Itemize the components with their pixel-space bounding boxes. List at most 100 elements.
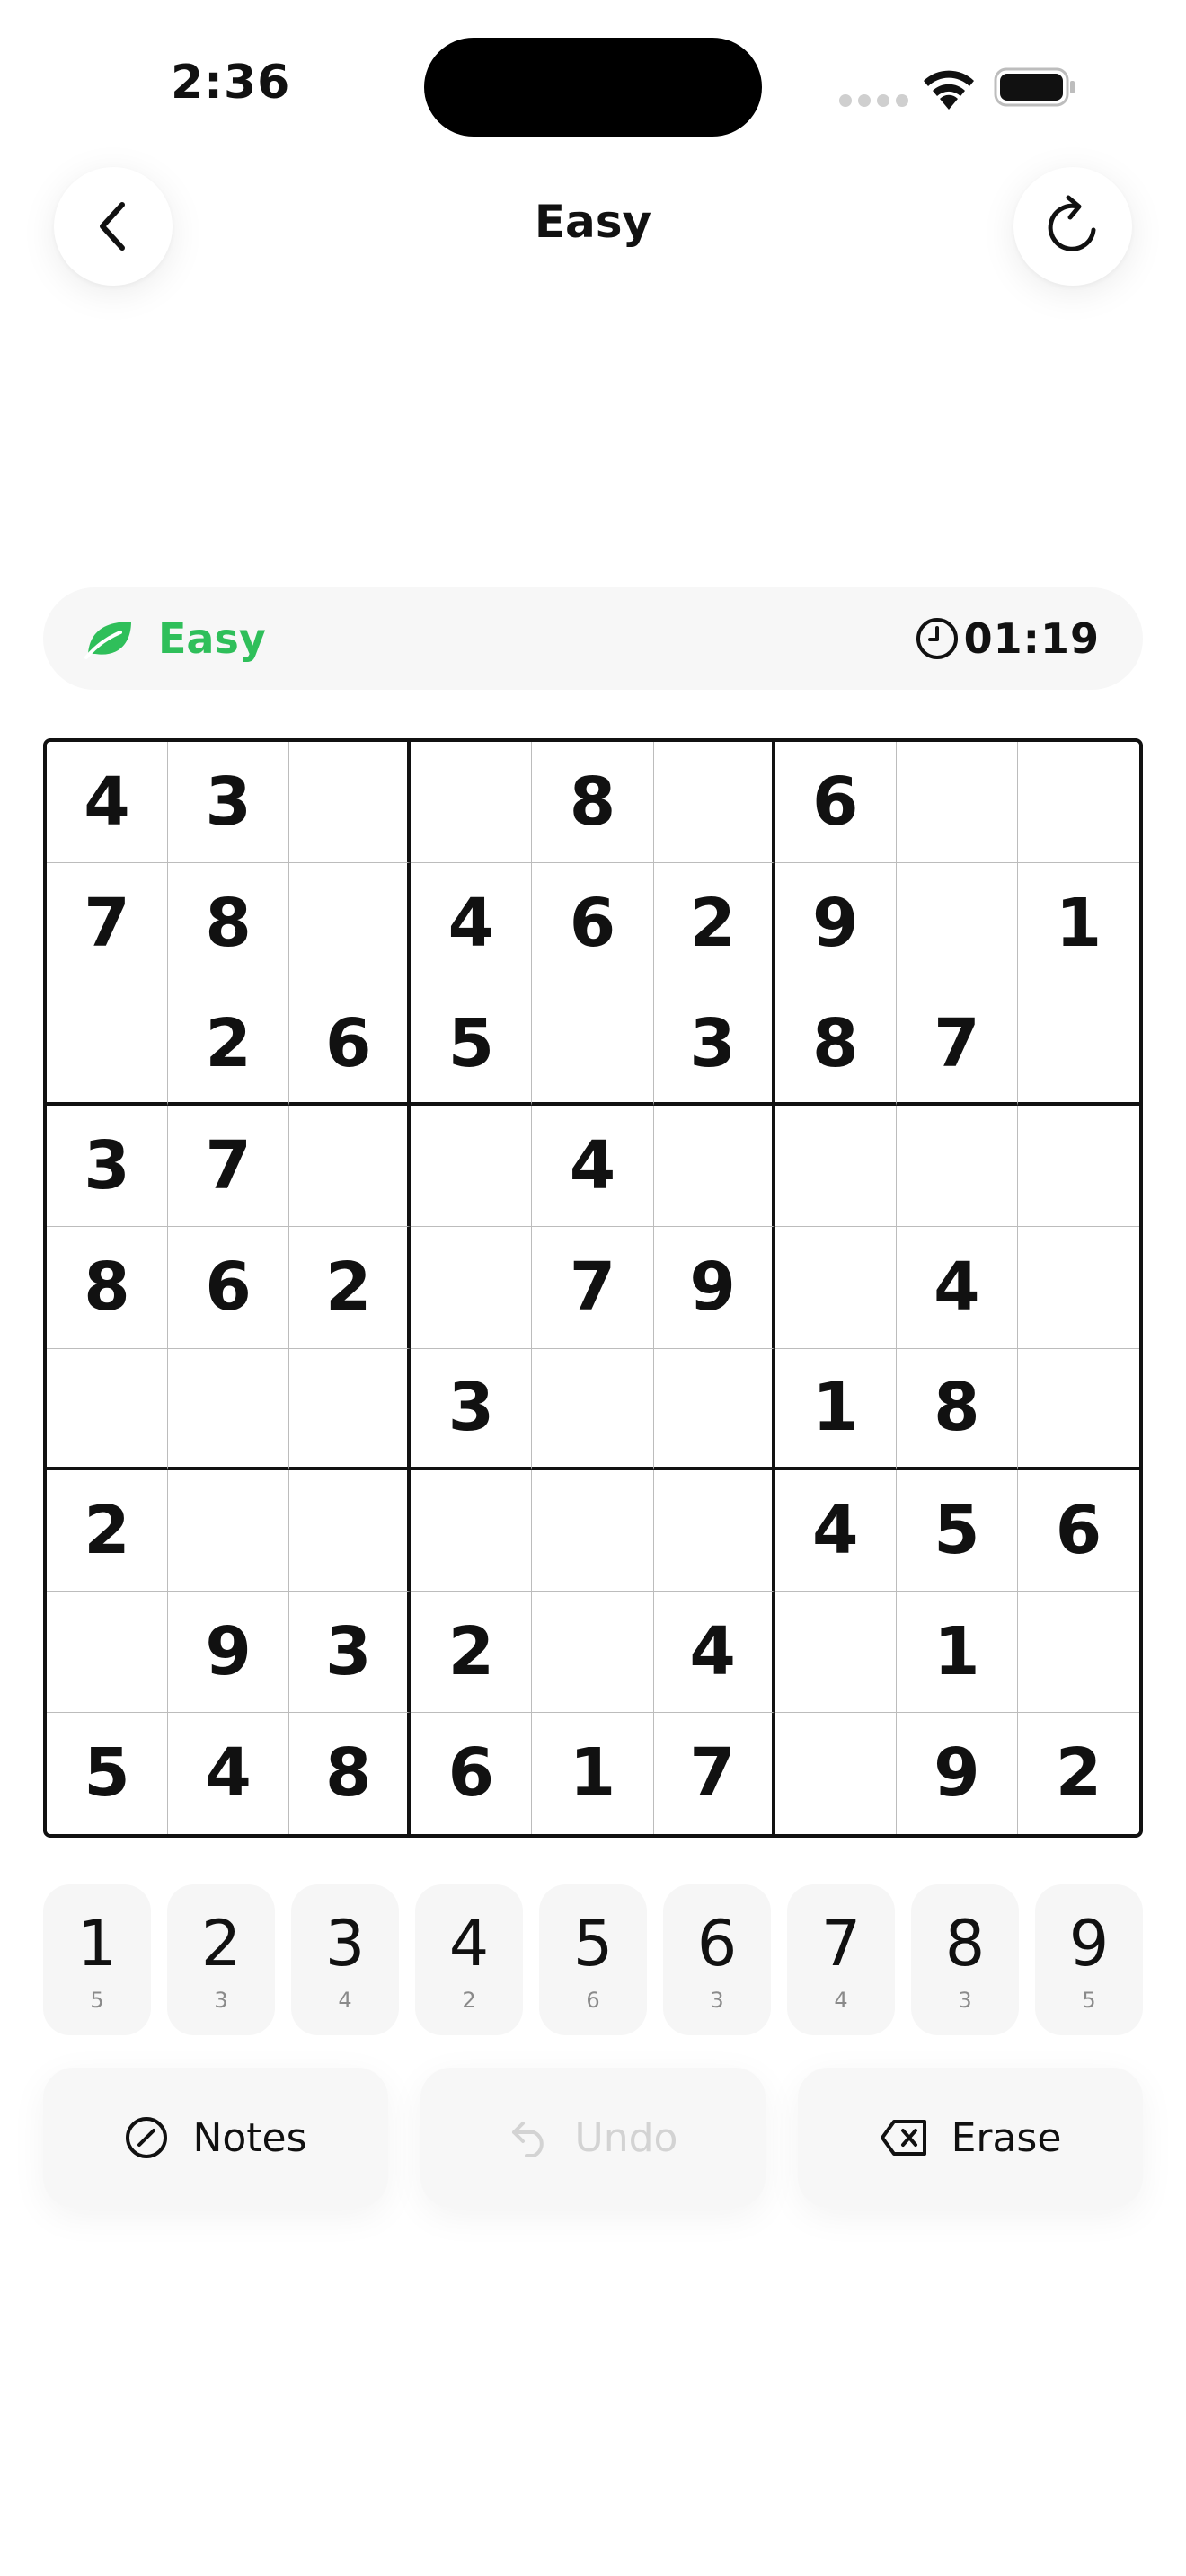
board-cell-r2-c5[interactable]: 6 [532,863,654,985]
board-cell-r4-c3[interactable] [289,1106,412,1228]
board-cell-r8-c2[interactable]: 9 [168,1591,290,1713]
board-cell-r6-c2[interactable] [168,1348,290,1470]
board-cell-r7-c3[interactable] [289,1469,412,1592]
board-cell-r9-c5[interactable]: 1 [532,1712,654,1834]
board-cell-r4-c1[interactable]: 3 [47,1106,169,1228]
board-cell-r1-c2[interactable]: 3 [168,742,290,864]
board-cell-r3-c1[interactable] [47,984,169,1107]
board-cell-r4-c5[interactable]: 4 [532,1106,654,1228]
board-cell-r3-c3[interactable]: 6 [289,984,412,1107]
board-cell-r7-c5[interactable] [532,1469,654,1592]
board-cell-r7-c7[interactable]: 4 [774,1469,897,1592]
board-cell-r8-c9[interactable] [1017,1592,1139,1713]
board-cell-r5-c8[interactable]: 4 [896,1227,1018,1349]
board-cell-r7-c6[interactable] [653,1469,775,1592]
board-cell-r6-c6[interactable] [653,1348,775,1470]
board-cell-r3-c9[interactable] [1017,984,1139,1107]
board-cell-r2-c4[interactable]: 4 [411,863,533,985]
board-cell-r3-c6[interactable]: 3 [653,984,775,1107]
undo-button[interactable]: Undo [420,2068,766,2208]
board-cell-r5-c5[interactable]: 7 [532,1227,654,1349]
board-cell-r9-c7[interactable] [775,1712,897,1834]
notes-button[interactable]: Notes [43,2068,388,2208]
board-cell-r5-c1[interactable]: 8 [47,1227,169,1349]
board-cell-r2-c1[interactable]: 7 [47,863,169,985]
difficulty-label: Easy [158,614,266,663]
number-key-remaining-count: 3 [958,1988,972,2013]
board-cell-r3-c5[interactable] [532,984,654,1107]
board-cell-r6-c8[interactable]: 8 [896,1348,1018,1470]
board-cell-r8-c5[interactable] [532,1591,654,1713]
board-cell-r9-c8[interactable]: 9 [897,1712,1018,1834]
board-cell-r3-c7[interactable]: 8 [774,984,897,1107]
number-key-7[interactable]: 74 [787,1884,895,2035]
board-cell-r2-c8[interactable] [896,863,1018,985]
number-key-3[interactable]: 34 [291,1884,399,2035]
board-cell-r8-c7[interactable] [774,1591,897,1713]
board-cell-r5-c4[interactable] [411,1227,533,1349]
board-cell-r2-c6[interactable]: 2 [653,863,775,985]
number-key-2[interactable]: 23 [167,1884,275,2035]
board-cell-r9-c6[interactable]: 7 [654,1712,775,1834]
restart-button[interactable] [1013,167,1132,286]
number-key-4[interactable]: 42 [415,1884,523,2035]
board-cell-r1-c6[interactable] [653,742,775,864]
board-cell-r1-c1[interactable]: 4 [47,742,169,864]
board-cell-r6-c7[interactable]: 1 [774,1348,897,1470]
board-cell-r8-c8[interactable]: 1 [896,1591,1018,1713]
board-cell-r3-c8[interactable]: 7 [896,984,1018,1107]
board-cell-r6-c3[interactable] [289,1348,412,1470]
board-cell-r5-c7[interactable] [774,1227,897,1349]
number-key-6[interactable]: 63 [663,1884,771,2035]
board-cell-r4-c6[interactable] [653,1106,775,1228]
board-cell-r8-c3[interactable]: 3 [289,1591,412,1713]
board-cell-r4-c4[interactable] [411,1106,533,1228]
board-cell-r2-c2[interactable]: 8 [168,863,290,985]
board-cell-r7-c1[interactable]: 2 [47,1469,169,1592]
board-cell-r6-c1[interactable] [47,1348,169,1470]
board-cell-r5-c2[interactable]: 6 [168,1227,290,1349]
board-cell-r4-c8[interactable] [896,1106,1018,1228]
board-cell-r2-c7[interactable]: 9 [774,863,897,985]
board-cell-r1-c3[interactable] [289,742,412,864]
board-cell-r1-c5[interactable]: 8 [532,742,654,864]
board-cell-r1-c4[interactable] [411,742,533,864]
board-cell-r5-c3[interactable]: 2 [289,1227,412,1349]
board-cell-r7-c9[interactable]: 6 [1017,1470,1139,1592]
board-cell-r2-c3[interactable] [289,863,412,985]
erase-button[interactable]: Erase [798,2068,1143,2208]
board-cell-r9-c9[interactable]: 2 [1018,1713,1139,1834]
number-key-1[interactable]: 15 [43,1884,151,2035]
board-cell-r6-c9[interactable] [1017,1349,1139,1470]
board-cell-r4-c7[interactable] [774,1106,897,1228]
board-cell-r8-c1[interactable] [47,1591,169,1713]
board-cell-r5-c9[interactable] [1017,1227,1139,1349]
board-cell-r9-c3[interactable]: 8 [289,1712,412,1834]
number-key-8[interactable]: 83 [911,1884,1019,2035]
status-time: 2:36 [171,56,291,110]
board-cell-r7-c8[interactable]: 5 [896,1469,1018,1592]
board-cell-r1-c9[interactable] [1017,742,1139,864]
board-cell-r5-c6[interactable]: 9 [653,1227,775,1349]
board-cell-r8-c6[interactable]: 4 [653,1591,775,1713]
number-key-9[interactable]: 95 [1035,1884,1143,2035]
board-cell-r9-c4[interactable]: 6 [411,1712,533,1834]
board-cell-r3-c2[interactable]: 2 [168,984,290,1107]
board-cell-r9-c2[interactable]: 4 [168,1712,290,1834]
number-key-remaining-count: 3 [214,1988,228,2013]
board-cell-r8-c4[interactable]: 2 [411,1591,533,1713]
board-cell-r7-c2[interactable] [168,1469,290,1592]
wifi-icon [924,70,974,110]
board-cell-r7-c4[interactable] [411,1469,533,1592]
number-key-5[interactable]: 56 [539,1884,647,2035]
board-cell-r4-c9[interactable] [1017,1106,1139,1228]
board-cell-r6-c4[interactable]: 3 [411,1348,533,1470]
board-cell-r2-c9[interactable]: 1 [1017,863,1139,985]
board-cell-r1-c7[interactable]: 6 [774,742,897,864]
timer: 01:19 [963,614,1100,663]
board-cell-r9-c1[interactable]: 5 [47,1712,169,1834]
board-cell-r3-c4[interactable]: 5 [411,984,533,1107]
board-cell-r4-c2[interactable]: 7 [168,1106,290,1228]
board-cell-r1-c8[interactable] [896,742,1018,864]
board-cell-r6-c5[interactable] [532,1348,654,1470]
